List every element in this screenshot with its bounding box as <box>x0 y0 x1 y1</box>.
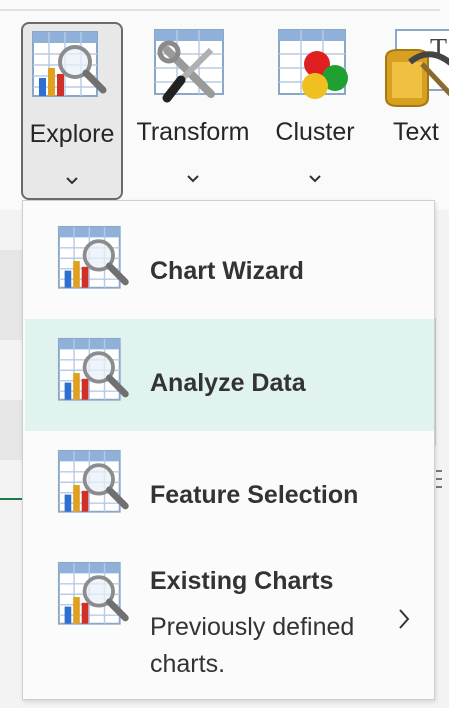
ribbon-divider <box>0 9 440 11</box>
menu-item-title: Feature Selection <box>150 481 359 509</box>
sheet-background <box>0 250 22 340</box>
sheet-background <box>0 400 22 460</box>
menu-item-title: Analyze Data <box>150 369 306 397</box>
chevron-down-icon <box>187 175 199 183</box>
menu-item-feature-selection[interactable]: Feature Selection <box>25 431 434 543</box>
menu-item-description: Previously defined charts. <box>150 613 355 678</box>
explore-dropdown-menu: Chart Wizard Analyze Data Feature Select… <box>22 200 435 700</box>
sheet-divider <box>0 498 22 500</box>
menu-item-title: Existing Charts <box>150 567 334 595</box>
menu-item-analyze-data[interactable]: Analyze Data <box>25 319 434 431</box>
text-mining-icon: T <box>385 29 449 107</box>
chart-magnifier-icon <box>57 337 133 413</box>
chart-magnifier-icon <box>57 449 133 525</box>
tools-icon <box>154 29 224 103</box>
chart-magnifier-icon <box>57 225 133 301</box>
menu-item-existing-charts[interactable]: Existing Charts Previously defined chart… <box>25 543 434 693</box>
cluster-label: Cluster <box>275 118 355 146</box>
ribbon: Explore Transform Cluster T Text <box>0 0 449 210</box>
transform-label: Transform <box>136 118 250 146</box>
sheet-divider <box>436 486 442 488</box>
chevron-right-icon <box>399 609 410 629</box>
sheet-divider <box>436 470 442 472</box>
chevron-down-icon <box>66 177 78 185</box>
chart-magnifier-icon <box>57 561 133 637</box>
transform-button[interactable]: Transform <box>131 22 255 200</box>
cluster-icon <box>278 29 348 99</box>
menu-item-title: Chart Wizard <box>150 257 304 285</box>
menu-item-chart-wizard[interactable]: Chart Wizard <box>25 209 434 319</box>
text-label: Text <box>393 118 439 146</box>
text-button[interactable]: T Text <box>378 22 449 200</box>
explore-button[interactable]: Explore <box>21 22 123 200</box>
cluster-button[interactable]: Cluster <box>265 22 365 200</box>
explore-label: Explore <box>29 120 115 148</box>
chart-magnifier-icon <box>31 30 111 110</box>
sheet-divider <box>436 478 442 480</box>
chevron-down-icon <box>309 175 321 183</box>
